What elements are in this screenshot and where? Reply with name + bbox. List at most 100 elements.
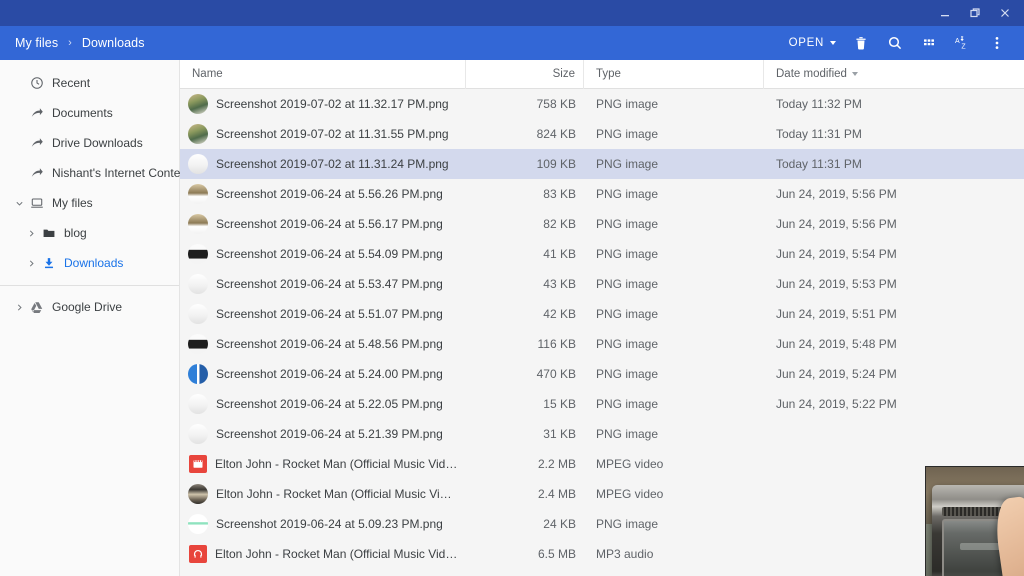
file-type-cell: PNG image [584, 307, 764, 321]
table-row[interactable]: Screenshot 2019-06-24 at 5.24.00 PM.png4… [180, 359, 1024, 389]
file-name-cell: Elton John - Rocket Man (Official Music … [180, 545, 466, 563]
table-row[interactable]: Elton John - Rocket Man (Official Music … [180, 479, 1024, 509]
file-type-cell: PNG image [584, 337, 764, 351]
file-name-label: Screenshot 2019-07-02 at 11.32.17 PM.png [208, 97, 449, 111]
open-button[interactable]: OPEN [780, 32, 844, 54]
sidebar-item-blog[interactable]: blog [0, 218, 179, 248]
sidebar-item-label: Drive Downloads [48, 136, 143, 150]
table-row[interactable]: Screenshot 2019-07-02 at 11.32.17 PM.png… [180, 89, 1024, 119]
file-name-label: Screenshot 2019-06-24 at 5.21.39 PM.png [208, 427, 443, 441]
sidebar-item-label: Nishant's Internet Content [48, 166, 190, 180]
chevron-down-icon[interactable] [12, 199, 26, 208]
sidebar-item-label: Recent [48, 76, 90, 90]
file-name-label: Screenshot 2019-06-24 at 5.56.17 PM.png [208, 217, 443, 231]
computer-icon [26, 196, 48, 210]
breadcrumb-root[interactable]: My files [13, 34, 60, 52]
file-type-cell: PNG image [584, 367, 764, 381]
file-date-cell: Jun 24, 2019, 5:48 PM [764, 337, 1024, 351]
table-row[interactable]: Screenshot 2019-07-02 at 11.31.55 PM.png… [180, 119, 1024, 149]
file-name-cell: Screenshot 2019-06-24 at 5.09.23 PM.png [180, 514, 466, 534]
chevron-down-icon[interactable] [830, 41, 836, 45]
sidebar-item-downloads[interactable]: Downloads [0, 248, 179, 278]
file-thumbnail [188, 484, 208, 504]
column-header-type[interactable]: Type [584, 60, 764, 89]
file-date-cell: Jun 24, 2019, 5:54 PM [764, 247, 1024, 261]
file-name-cell: Screenshot 2019-06-24 at 5.54.09 PM.png [180, 244, 466, 264]
column-header-size[interactable]: Size [466, 60, 584, 89]
breadcrumb-separator-icon: › [68, 37, 72, 49]
file-thumbnail [188, 184, 208, 204]
file-name-label: Screenshot 2019-06-24 at 5.54.09 PM.png [208, 247, 443, 261]
file-name-label: Elton John - Rocket Man (Official Music … [207, 457, 458, 471]
sidebar-item-label: Downloads [60, 256, 123, 270]
file-name-label: Screenshot 2019-07-02 at 11.31.24 PM.png [208, 157, 449, 171]
toolbar-actions: OPEN [780, 28, 1014, 58]
sidebar-item-label: blog [60, 226, 87, 240]
chevron-right-icon[interactable] [24, 259, 38, 268]
sort-az-icon[interactable]: A Z [946, 28, 980, 58]
file-type-cell: MP3 audio [584, 547, 764, 561]
table-row[interactable]: Screenshot 2019-06-24 at 5.21.39 PM.png 3… [180, 419, 1024, 449]
file-name-cell: Screenshot 2019-07-02 at 11.31.55 PM.png [180, 124, 466, 144]
file-type-cell: MPEG video [584, 457, 764, 471]
table-row[interactable]: Screenshot 2019-06-24 at 5.56.17 PM.png 8… [180, 209, 1024, 239]
table-row[interactable]: Screenshot 2019-06-24 at 5.56.26 PM.png8… [180, 179, 1024, 209]
file-name-label: Elton John - Rocket Man (Official Music … [208, 487, 458, 501]
column-header-date-modified[interactable]: Date modified [764, 60, 1024, 89]
sidebar-item-recent[interactable]: Recent [0, 68, 179, 98]
file-name-label: Screenshot 2019-07-02 at 11.31.55 PM.png [208, 127, 449, 141]
sidebar-item-my-files[interactable]: My files [0, 188, 179, 218]
search-icon[interactable] [878, 28, 912, 58]
chevron-right-icon[interactable] [24, 229, 38, 238]
breadcrumb-current[interactable]: Downloads [80, 34, 147, 52]
sidebar-item-label: Google Drive [48, 300, 122, 314]
table-row[interactable]: Screenshot 2019-06-24 at 5.51.07 PM.png4… [180, 299, 1024, 329]
column-header-date-label: Date modified [776, 68, 847, 80]
toolbar: My files › Downloads OPEN [0, 26, 1024, 60]
delete-icon[interactable] [844, 28, 878, 58]
file-name-cell: Screenshot 2019-06-24 at 5.48.56 PM.png [180, 334, 466, 354]
file-type-cell: PNG image [584, 517, 764, 531]
file-size-cell: 82 KB [466, 217, 584, 231]
file-rows-container: Screenshot 2019-07-02 at 11.32.17 PM.png… [180, 89, 1024, 569]
minimize-icon[interactable] [930, 0, 960, 26]
file-name-label: Screenshot 2019-06-24 at 5.53.47 PM.png [208, 277, 443, 291]
file-name-label: Elton John - Rocket Man (Official Music … [207, 547, 458, 561]
file-name-cell: Screenshot 2019-06-24 at 5.56.26 PM.png [180, 184, 466, 204]
more-options-icon[interactable] [980, 28, 1014, 58]
file-name-label: Screenshot 2019-06-24 at 5.24.00 PM.png [208, 367, 443, 381]
download-icon [38, 256, 60, 270]
maximize-icon[interactable] [960, 0, 990, 26]
table-row[interactable]: Screenshot 2019-06-24 at 5.54.09 PM.png 4… [180, 239, 1024, 269]
table-row[interactable]: Screenshot 2019-06-24 at 5.48.56 PM.png1… [180, 329, 1024, 359]
sidebar-item-drive-downloads[interactable]: Drive Downloads [0, 128, 179, 158]
file-list-panel: Name Size Type Date modified Screenshot … [180, 60, 1024, 576]
sidebar-item-documents[interactable]: Documents [0, 98, 179, 128]
file-thumbnail [188, 214, 208, 234]
drive-icon [26, 300, 48, 314]
shortcut-icon [26, 166, 48, 180]
file-size-cell: 41 KB [466, 247, 584, 261]
file-size-cell: 43 KB [466, 277, 584, 291]
table-row[interactable]: Screenshot 2019-06-24 at 5.09.23 PM.png2… [180, 509, 1024, 539]
chevron-right-icon[interactable] [12, 303, 26, 312]
table-row[interactable]: Elton John - Rocket Man (Official Music … [180, 539, 1024, 569]
file-size-cell: 31 KB [466, 427, 584, 441]
file-thumbnail [188, 274, 208, 294]
file-size-cell: 2.2 MB [466, 457, 584, 471]
file-name-cell: Screenshot 2019-06-24 at 5.53.47 PM.png [180, 274, 466, 294]
table-row[interactable]: Screenshot 2019-06-24 at 5.22.05 PM.png1… [180, 389, 1024, 419]
sidebar-item-internet-content[interactable]: Nishant's Internet Content [0, 158, 179, 188]
sidebar-item-google-drive[interactable]: Google Drive [0, 292, 179, 322]
picture-in-picture-video[interactable]: 450 [925, 466, 1024, 576]
close-icon[interactable] [990, 0, 1020, 26]
file-size-cell: 109 KB [466, 157, 584, 171]
file-type-cell: PNG image [584, 397, 764, 411]
files-app-window: My files › Downloads OPEN [0, 0, 1024, 576]
table-row[interactable]: Elton John - Rocket Man (Official Music … [180, 449, 1024, 479]
column-header-name[interactable]: Name [180, 60, 466, 89]
table-row[interactable]: Screenshot 2019-06-24 at 5.53.47 PM.png 4… [180, 269, 1024, 299]
file-thumbnail [188, 94, 208, 114]
grid-view-icon[interactable] [912, 28, 946, 58]
table-row[interactable]: Screenshot 2019-07-02 at 11.31.24 PM.png… [180, 149, 1024, 179]
